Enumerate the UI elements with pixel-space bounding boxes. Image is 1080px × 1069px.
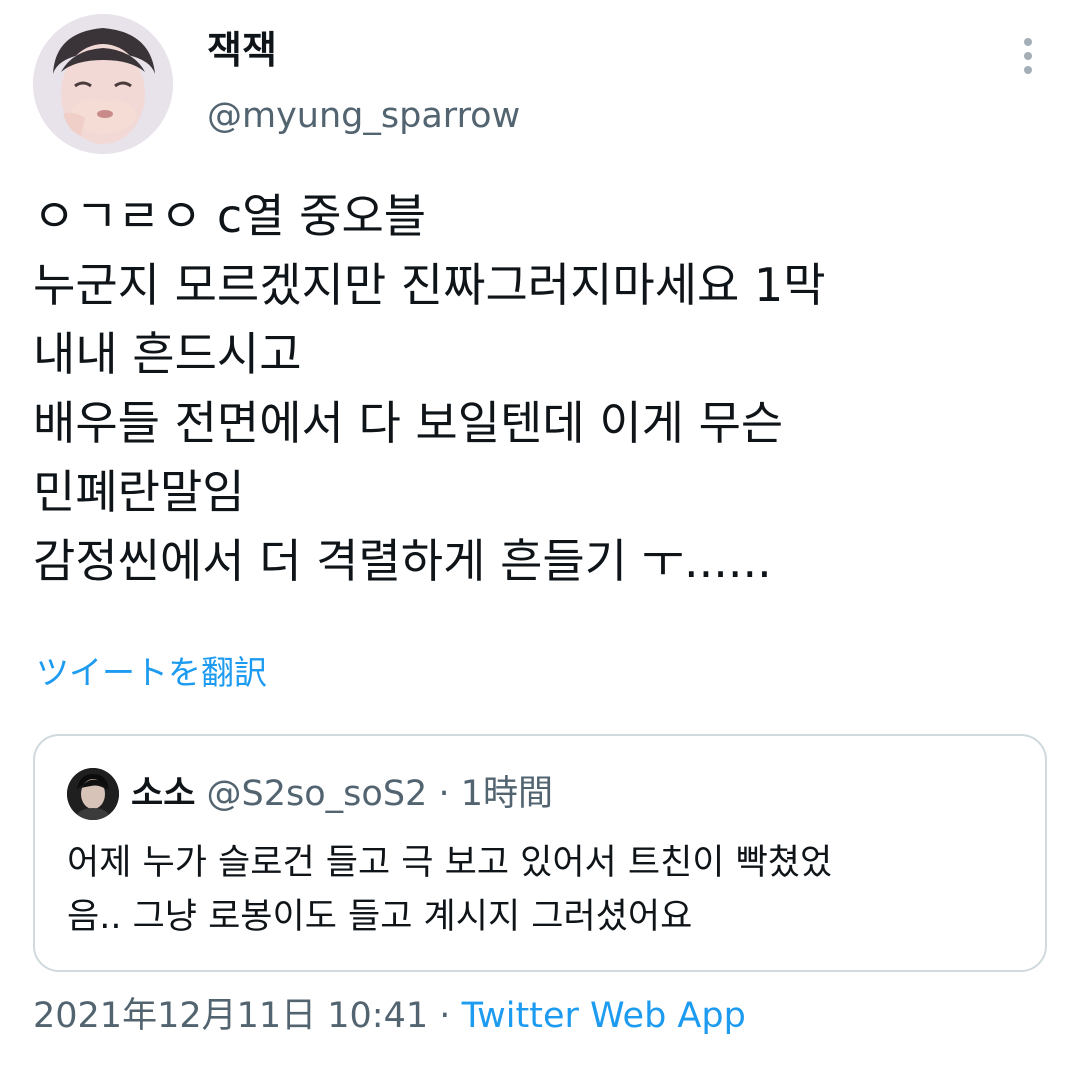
tweet-source-link[interactable]: Twitter Web App <box>462 996 746 1036</box>
quoted-author-display-name[interactable]: 소소 <box>131 774 195 814</box>
tweet-text-line: ㅇㄱㄹㅇ c열 중오블 <box>33 189 427 243</box>
quoted-author-avatar[interactable] <box>67 768 119 820</box>
more-options-button[interactable] <box>1004 32 1052 80</box>
tweet-text-line: 배우들 전면에서 다 보일텐데 이게 무슨 <box>33 396 784 450</box>
quoted-author-handle[interactable]: @S2so_soS2 <box>207 774 428 814</box>
profile-photo-icon <box>33 14 173 154</box>
tweet-text-line: 감정씬에서 더 격렬하게 흔들기 ㅜ...... <box>33 534 772 588</box>
more-vertical-icon <box>1024 38 1032 74</box>
author-display-name[interactable]: 잭잭 <box>207 26 277 74</box>
quoted-tweet-text-line: 음.. 그냥 로봉이도 들고 계시지 그러셨어요 <box>67 897 693 937</box>
tweet-text-line: 민폐란말임 <box>33 465 245 519</box>
quoted-tweet-text-line: 어제 누가 슬로건 들고 극 보고 있어서 트친이 빡쳤었 <box>67 843 833 883</box>
quoted-tweet-text: 어제 누가 슬로건 들고 극 보고 있어서 트친이 빡쳤었 음.. 그냥 로봉이… <box>67 836 1017 944</box>
translate-tweet-link[interactable]: ツイートを翻訳 <box>36 650 267 696</box>
tweet-text-line: 내내 흔드시고 <box>33 327 302 381</box>
quoted-tweet-time[interactable]: 1時間 <box>461 774 553 814</box>
author-avatar[interactable] <box>33 14 173 154</box>
profile-photo-icon <box>67 768 119 820</box>
tweet-text-line: 누군지 모르겠지만 진짜그러지마세요 1막 <box>33 258 826 312</box>
author-handle[interactable]: @myung_sparrow <box>207 94 520 138</box>
tweet-footer: 2021年12月11日 10:41 · Twitter Web App <box>33 992 746 1040</box>
tweet-timestamp[interactable]: 2021年12月11日 10:41 <box>33 996 428 1036</box>
quoted-tweet-header: 소소 @S2so_soS2 · 1時間 <box>131 770 553 818</box>
quoted-tweet-card[interactable]: 소소 @S2so_soS2 · 1時間 어제 누가 슬로건 들고 극 보고 있어… <box>33 734 1047 972</box>
quoted-meta-separator: · <box>438 774 450 814</box>
footer-separator: · <box>439 996 451 1036</box>
tweet-text: ㅇㄱㄹㅇ c열 중오블 누군지 모르겠지만 진짜그러지마세요 1막 내내 흔드시… <box>33 182 1063 596</box>
